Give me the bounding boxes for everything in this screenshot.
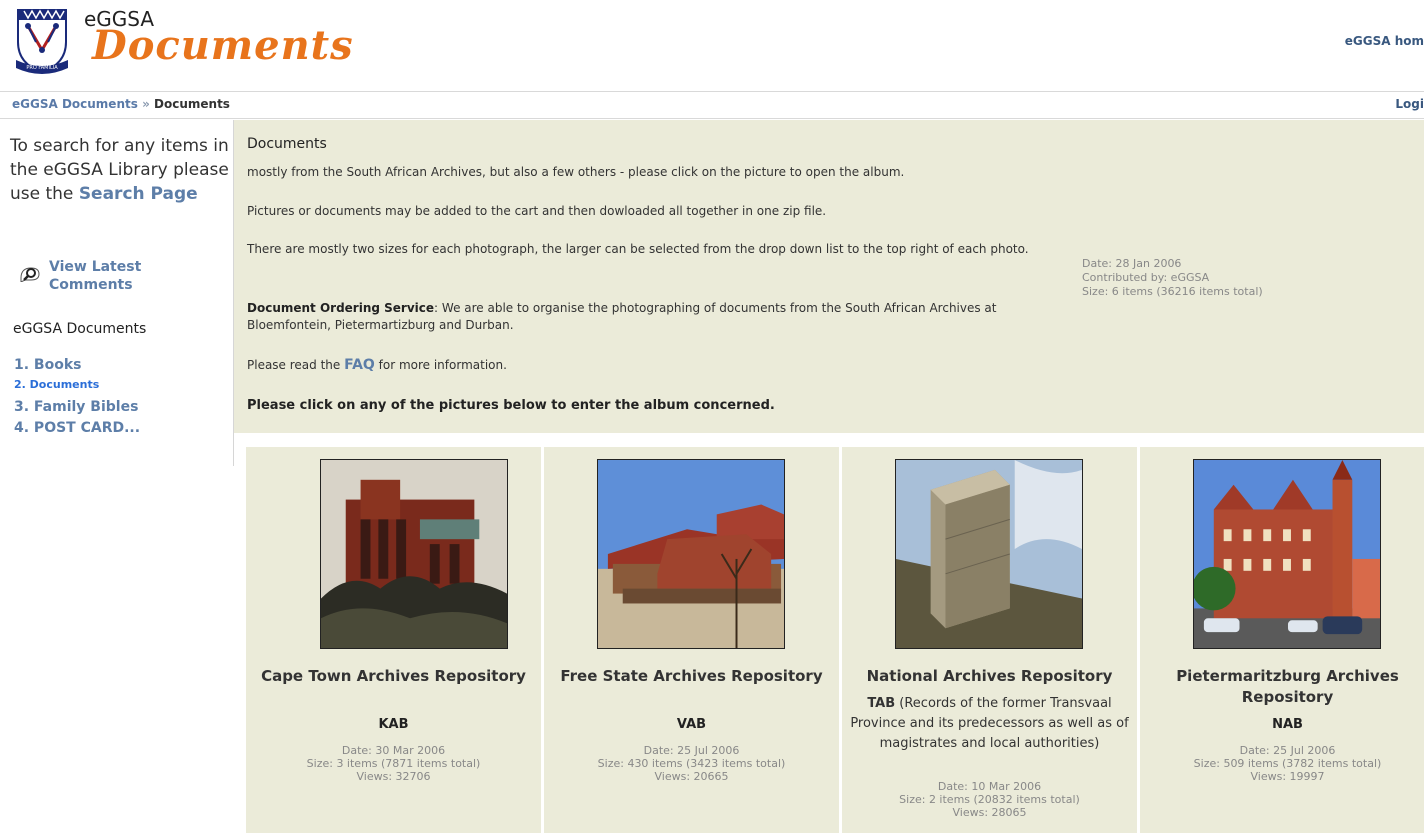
view-latest-comments-label[interactable]: View Latest Comments (49, 258, 189, 294)
album-stats-pietermaritzburg: Date: 25 Jul 2006 Size: 509 items (3782 … (1140, 744, 1424, 783)
album-size: Size: 430 items (3423 items total) (597, 757, 786, 770)
album-date: Date: 30 Mar 2006 (341, 744, 446, 757)
faq-pre-text: Please read the (247, 358, 345, 372)
album-card-national[interactable]: National Archives Repository TAB (Record… (842, 447, 1137, 833)
album-size: Size: 3 items (7871 items total) (306, 757, 481, 770)
album-code-pietermaritzburg: NAB (1272, 717, 1303, 732)
breadcrumb: eGGSA Documents » Documents (12, 97, 230, 111)
faq-post-text: for more information. (374, 358, 507, 372)
album-card-pietermaritzburg[interactable]: Pietermaritzburg Archives Repository NAB… (1140, 447, 1424, 833)
album-card-free-state[interactable]: Free State Archives Repository VAB Date:… (544, 447, 839, 833)
album-date: Date: 25 Jul 2006 (643, 744, 740, 757)
album-stats-national: Date: 10 Mar 2006 Size: 2 items (20832 i… (842, 780, 1137, 819)
album-size: Size: 509 items (3782 items total) (1193, 757, 1382, 770)
sidebar-album-list: 1. Books 2. Documents 3. Family Bibles 4… (14, 357, 140, 441)
album-code-free-state: VAB (676, 717, 707, 732)
album-views: Views: 28065 (952, 806, 1027, 819)
album-stats-free-state: Date: 25 Jul 2006 Size: 430 items (3423 … (544, 744, 839, 783)
intro-paragraph-4: Document Ordering Service: We are able t… (247, 300, 1077, 334)
album-card-cape-town[interactable]: Cape Town Archives Repository KAB Date: … (246, 447, 541, 833)
sidebar-item-books[interactable]: 1. Books (14, 357, 140, 378)
intro-paragraph-2: Pictures or documents may be added to th… (247, 204, 827, 218)
intro-paragraph-6: Please click on any of the pictures belo… (247, 398, 775, 413)
album-thumbnail-national[interactable] (895, 459, 1083, 649)
album-description-national: TAB (Records of the former Transvaal Pro… (842, 694, 1137, 754)
album-meta-contributor: Contributed by: eGGSA (1082, 271, 1210, 284)
album-thumbnail-cape-town[interactable] (320, 459, 508, 649)
album-title-national[interactable]: National Archives Repository (842, 666, 1137, 687)
album-views: Views: 19997 (1250, 770, 1325, 783)
breadcrumb-root-link[interactable]: eGGSA Documents (12, 97, 138, 111)
sidebar-item-family-bibles[interactable]: 3. Family Bibles (14, 399, 140, 420)
album-date: Date: 25 Jul 2006 (1239, 744, 1336, 757)
sidebar-item-documents[interactable]: 2. Documents (14, 378, 140, 399)
header: PRO FAMILIA eGGSA Documents eGGSA hom (0, 0, 1424, 92)
album-size: Size: 2 items (20832 items total) (899, 793, 1080, 806)
login-link[interactable]: Logi (1395, 97, 1424, 111)
intro-paragraph-5: Please read the FAQ for more information… (247, 357, 1077, 374)
album-views: Views: 32706 (356, 770, 431, 783)
album-thumbnail-free-state[interactable] (597, 459, 785, 649)
album-thumbnail-pietermaritzburg[interactable] (1193, 459, 1381, 649)
breadcrumb-separator: » (142, 97, 150, 111)
ordering-service-label: Document Ordering Service (247, 301, 435, 315)
sidebar-item-post-cards[interactable]: 4. POST CARD... (14, 420, 140, 441)
album-heading: Documents (247, 136, 327, 152)
breadcrumb-current: Documents (154, 97, 230, 111)
eggsa-home-link[interactable]: eGGSA hom (1345, 34, 1424, 48)
album-title-free-state[interactable]: Free State Archives Repository (544, 666, 839, 687)
album-code-cape-town: KAB (378, 717, 409, 732)
album-views: Views: 20665 (654, 770, 729, 783)
album-stats-cape-town: Date: 30 Mar 2006 Size: 3 items (7871 it… (246, 744, 541, 783)
album-gallery: Cape Town Archives Repository KAB Date: … (246, 447, 1424, 833)
breadcrumb-bar: eGGSA Documents » Documents Logi (0, 92, 1424, 119)
logo-documents-title: Documents (92, 22, 354, 69)
intro-paragraph-1: mostly from the South African Archives, … (247, 165, 905, 179)
album-title-pietermaritzburg[interactable]: Pietermaritzburg Archives Repository (1140, 666, 1424, 708)
intro-paragraph-3: There are mostly two sizes for each phot… (247, 242, 1029, 256)
album-title-cape-town[interactable]: Cape Town Archives Repository (246, 666, 541, 687)
eggsa-crest-logo[interactable]: PRO FAMILIA (14, 6, 70, 76)
sidebar-section-title: eGGSA Documents (13, 321, 147, 337)
search-hint: To search for any items in the eGGSA Lib… (10, 134, 232, 206)
album-meta: Date: 28 Jan 2006 Contributed by: eGGSA … (1082, 257, 1263, 299)
album-description-panel: Documents mostly from the South African … (234, 120, 1424, 433)
album-date: Date: 10 Mar 2006 (937, 780, 1042, 793)
album-meta-date: Date: 28 Jan 2006 (1082, 257, 1182, 270)
sidebar: To search for any items in the eGGSA Lib… (0, 120, 234, 466)
album-meta-size: Size: 6 items (36216 items total) (1082, 285, 1263, 298)
magnifier-comment-icon (20, 267, 40, 282)
search-page-link[interactable]: Search Page (79, 184, 198, 204)
faq-link[interactable]: FAQ (344, 357, 375, 373)
album-code-national: TAB (867, 696, 896, 711)
page: PRO FAMILIA eGGSA Documents eGGSA hom eG… (0, 0, 1424, 833)
crest-motto: PRO FAMILIA (26, 65, 58, 71)
